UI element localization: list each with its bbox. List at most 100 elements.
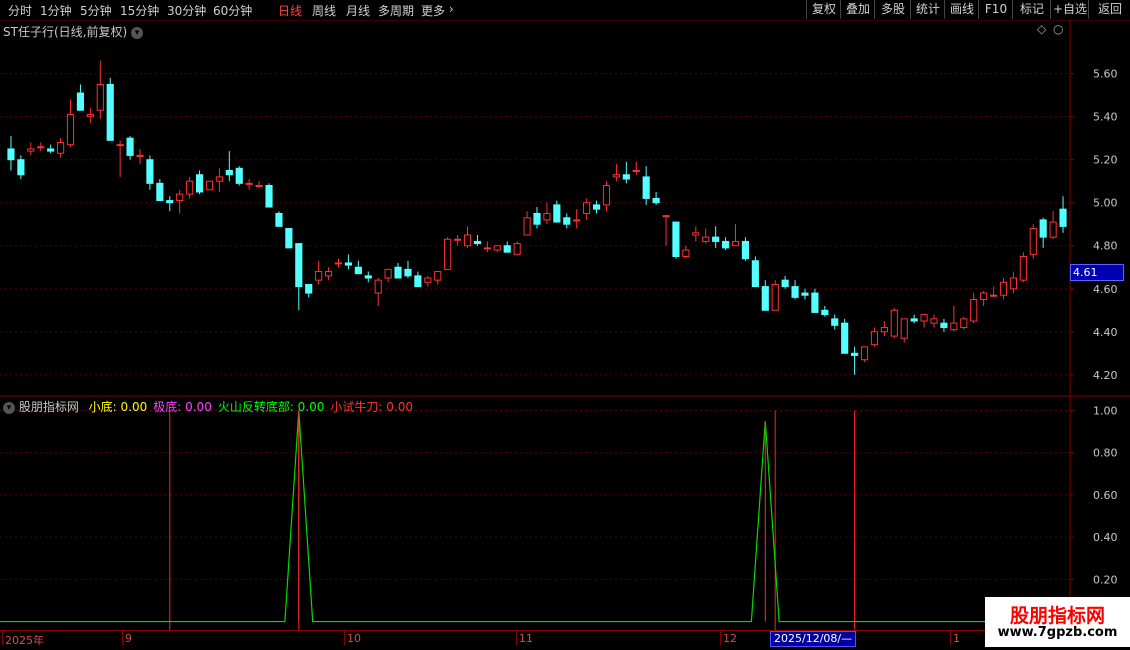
diamond-icon[interactable]: ◇: [1037, 22, 1046, 36]
candle-body: [96, 83, 104, 111]
stock-title[interactable]: ST任子行(日线,前复权) ▾: [3, 23, 143, 40]
candle-body: [434, 271, 442, 281]
period-5[interactable]: 60分钟: [213, 2, 252, 19]
candle-body: [1029, 228, 1037, 255]
candle-body: [86, 114, 94, 118]
current-price-marker: 4.61: [1070, 264, 1124, 281]
date-tick-mark: [2, 631, 3, 645]
candle-body: [1049, 221, 1057, 238]
candle-body: [592, 204, 601, 210]
candle-body: [870, 331, 879, 346]
candle-body: [136, 154, 144, 157]
candle-body: [473, 240, 482, 245]
volcano-signal-line: [0, 410, 1070, 623]
candle-body: [344, 262, 352, 266]
candle-body: [116, 144, 124, 147]
candle-body: [662, 215, 670, 218]
watermark-url: www.7gpzb.com: [997, 625, 1118, 640]
period-7[interactable]: 周线: [312, 2, 336, 19]
candle-body: [126, 137, 134, 156]
chevron-right-icon[interactable]: ›: [449, 2, 454, 16]
candle-body: [305, 283, 313, 294]
date-tick-label: 2025年: [5, 634, 44, 647]
candle-body: [642, 176, 650, 199]
date-tick-mark: [720, 631, 721, 645]
candle-body: [821, 309, 829, 316]
candle-body: [860, 346, 869, 361]
toolbar-action-3[interactable]: 统计: [910, 0, 945, 19]
candle-body: [940, 322, 948, 328]
date-tick-label: 10: [347, 632, 361, 645]
candle-body: [771, 283, 779, 311]
candle-body: [493, 245, 501, 251]
candle-body: [622, 174, 630, 180]
candle-body: [186, 180, 194, 195]
period-2[interactable]: 5分钟: [80, 2, 112, 19]
candle-body: [483, 247, 491, 250]
indicator-fields: 小底: 0.00 极底: 0.00 火山反转底部: 0.00 小试牛刀: 0.00: [83, 400, 413, 414]
candle-body: [573, 219, 581, 222]
candle-body: [285, 228, 293, 249]
stock-title-text: ST任子行(日线,前复权): [3, 25, 128, 39]
candle-body: [1009, 277, 1017, 290]
candle-body: [66, 114, 75, 146]
period-10[interactable]: 更多: [421, 2, 445, 19]
candle-body: [324, 271, 333, 277]
candle-body: [245, 182, 253, 185]
candle-body: [612, 174, 620, 178]
candle-body: [781, 279, 789, 288]
chevron-down-icon[interactable]: ▾: [130, 26, 143, 39]
period-9[interactable]: 多周期: [378, 2, 414, 19]
date-tick-mark: [950, 631, 951, 645]
candle-body: [533, 212, 541, 225]
toolbar-action-2[interactable]: 多股: [874, 0, 911, 19]
chevron-down-icon[interactable]: ▾: [3, 401, 15, 414]
period-0[interactable]: 分时: [8, 2, 32, 19]
period-3[interactable]: 15分钟: [120, 2, 159, 19]
candle-body: [76, 92, 85, 111]
period-1[interactable]: 1分钟: [40, 2, 72, 19]
candle-body: [463, 234, 472, 247]
indicator-field-3: 小试牛刀: 0.00: [330, 400, 413, 414]
candle-body: [47, 148, 55, 152]
circle-icon[interactable]: ○: [1053, 22, 1063, 36]
toolbar-action-1[interactable]: 叠加: [840, 0, 875, 19]
candle-body: [890, 309, 898, 337]
indicator-field-1: 极底: 0.00: [153, 400, 212, 414]
candle-body: [235, 167, 243, 184]
toolbar-action-6[interactable]: 标记: [1012, 0, 1051, 19]
candle-body: [1039, 219, 1047, 238]
candle-body: [354, 266, 362, 275]
candle-body: [384, 268, 392, 279]
period-4[interactable]: 30分钟: [167, 2, 206, 19]
candle-body: [751, 260, 759, 288]
candle-body: [672, 221, 680, 257]
candle-body: [602, 185, 611, 206]
candle-body: [414, 275, 422, 288]
date-cursor-label: 2025/12/08/—: [770, 631, 857, 647]
date-tick-mark: [344, 631, 345, 645]
price-tick-label: 5.20: [1093, 154, 1118, 167]
watermark: 股朋指标网 www.7gpzb.com: [985, 597, 1130, 647]
indicator-title[interactable]: ▾ 股朋指标网 小底: 0.00 极底: 0.00 火山反转底部: 0.00 小试牛刀…: [3, 398, 413, 415]
toolbar-action-7[interactable]: +自选: [1050, 0, 1089, 19]
date-tick-mark: [516, 631, 517, 645]
indicator-tick-label: 0.60: [1093, 489, 1118, 502]
candle-body: [543, 212, 551, 221]
toolbar-action-5[interactable]: F10: [978, 0, 1013, 19]
period-8[interactable]: 月线: [346, 2, 370, 19]
candle-body: [37, 146, 45, 149]
candle-body: [930, 318, 938, 324]
candle-body: [7, 148, 15, 161]
candle-body: [1019, 255, 1027, 281]
period-6[interactable]: 日线: [278, 2, 302, 19]
candle-body: [563, 217, 571, 225]
toolbar-action-0[interactable]: 复权: [806, 0, 841, 19]
candle-body: [811, 292, 819, 313]
indicator-name: 股朋指标网: [18, 400, 79, 414]
candle-body: [57, 141, 65, 154]
toolbar-action-4[interactable]: 画线: [944, 0, 979, 19]
candle-body: [880, 326, 888, 333]
toolbar-action-8[interactable]: 返回: [1088, 0, 1130, 19]
candle-body: [801, 292, 809, 296]
